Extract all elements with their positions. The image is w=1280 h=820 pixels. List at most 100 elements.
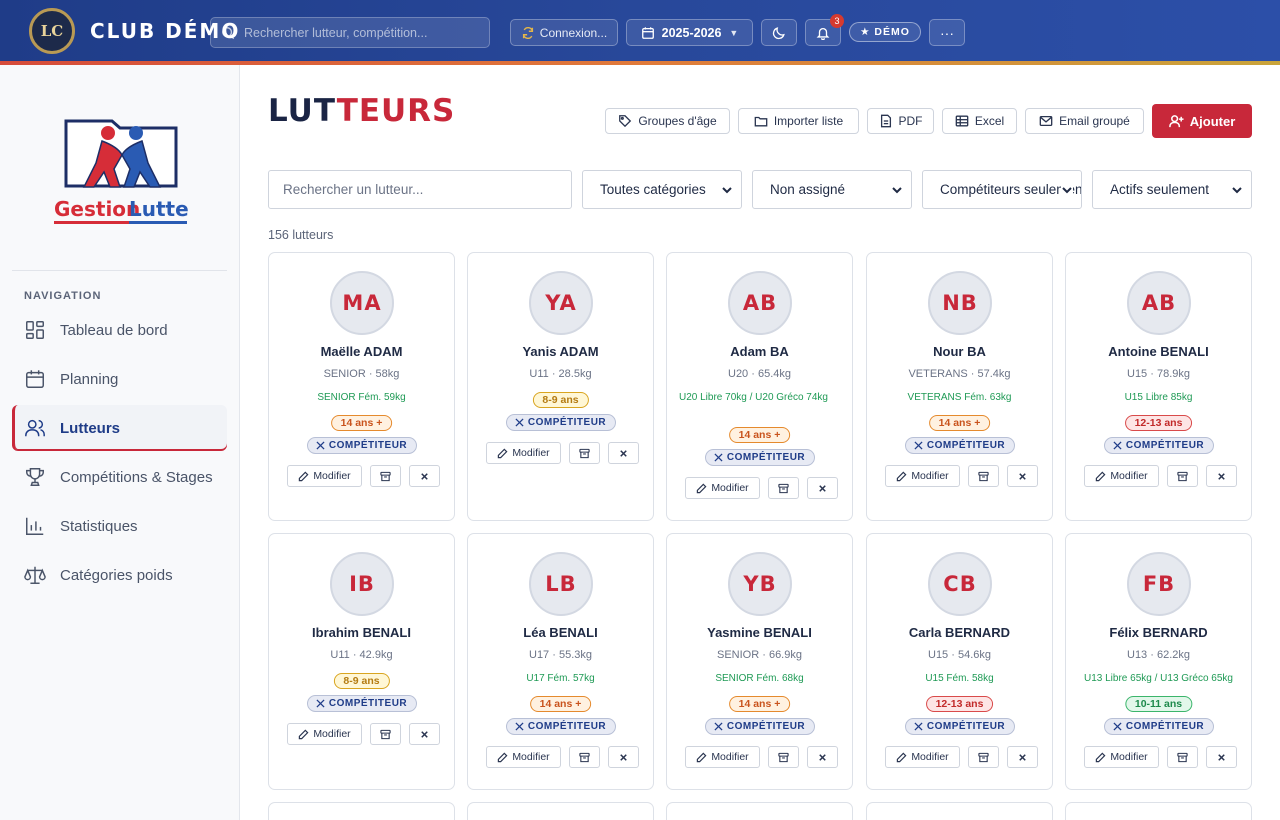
weight-category: VETERANS Fém. 63kg (907, 392, 1012, 403)
competitor-filter[interactable]: Compétiteurs seulement (922, 170, 1082, 209)
weight-category: U15 Fém. 58kg (925, 673, 994, 684)
category-filter-value: Toutes catégories (600, 182, 706, 197)
edit-button[interactable]: Modifier (685, 477, 760, 499)
more-options-button[interactable]: ··· (929, 19, 965, 46)
delete-button[interactable] (608, 442, 639, 464)
import-list-label: Importer liste (773, 114, 844, 128)
connection-button[interactable]: Connexion... (510, 19, 618, 46)
avatar: AB (728, 271, 792, 335)
wrestler-card[interactable]: AB Antoine BENALI U15 · 78.9kg U15 Libre 85… (1065, 252, 1252, 521)
archive-button[interactable] (1167, 746, 1198, 768)
delete-button[interactable] (1206, 465, 1237, 487)
sidebar-item-label: Statistiques (60, 517, 138, 535)
sidebar-item-statistics[interactable]: Statistiques (12, 503, 227, 549)
wrestler-meta: U11 · 42.9kg (330, 649, 393, 661)
wrestler-card[interactable] (666, 802, 853, 820)
brand-name-part2: Lutte (129, 197, 189, 221)
wrestler-card[interactable] (1065, 802, 1252, 820)
edit-button[interactable]: Modifier (486, 442, 561, 464)
group-email-button[interactable]: Email groupé (1025, 108, 1144, 134)
dark-mode-toggle[interactable] (761, 19, 797, 46)
assignment-filter[interactable]: Non assigné (752, 170, 912, 209)
edit-button[interactable]: Modifier (287, 723, 362, 745)
excel-button[interactable]: Excel (942, 108, 1017, 134)
archive-button[interactable] (370, 723, 401, 745)
delete-button[interactable] (807, 746, 838, 768)
card-actions: Modifier (287, 465, 448, 487)
club-logo[interactable]: LC (29, 8, 75, 54)
archive-button[interactable] (569, 746, 600, 768)
wrestler-card[interactable]: LB Léa BENALI U17 · 55.3kg U17 Fém. 57kg 14 … (467, 533, 654, 790)
sidebar-item-dashboard[interactable]: Tableau de bord (12, 307, 227, 353)
sidebar-item-lutteurs[interactable]: Lutteurs (12, 405, 227, 451)
mail-icon (1039, 115, 1053, 127)
edit-label: Modifier (911, 470, 949, 482)
edit-button[interactable]: Modifier (1084, 465, 1159, 487)
chevron-down-icon (721, 184, 733, 196)
delete-button[interactable] (1206, 746, 1237, 768)
edit-button[interactable]: Modifier (486, 746, 561, 768)
wrestler-card[interactable] (866, 802, 1053, 820)
wrestler-card[interactable] (467, 802, 654, 820)
wrestler-card[interactable]: IB Ibrahim BENALI U11 · 42.9kg 8-9 ans COMPÉ… (268, 533, 455, 790)
edit-button[interactable]: Modifier (885, 746, 960, 768)
archive-button[interactable] (1167, 465, 1198, 487)
wrestler-card[interactable]: CB Carla BERNARD U15 · 54.6kg U15 Fém. 58kg… (866, 533, 1053, 790)
notifications-button[interactable]: 3 (805, 14, 844, 46)
wrestler-card[interactable]: NB Nour BA VETERANS · 57.4kg VETERANS Fém. … (866, 252, 1053, 521)
competitor-badge: COMPÉTITEUR (306, 695, 417, 712)
wrestler-card[interactable]: AB Adam BA U20 · 65.4kg U20 Libre 70kg / U2… (666, 252, 853, 521)
edit-button[interactable]: Modifier (1084, 746, 1159, 768)
notification-badge: 3 (830, 14, 844, 28)
edit-button[interactable]: Modifier (685, 746, 760, 768)
sidebar-item-planning[interactable]: Planning (12, 356, 227, 402)
global-search-input[interactable] (244, 25, 484, 40)
archive-button[interactable] (968, 746, 999, 768)
delete-button[interactable] (409, 723, 440, 745)
delete-button[interactable] (608, 746, 639, 768)
wrestler-card[interactable]: YA Yanis ADAM U11 · 28.5kg 8-9 ans COMPÉTITE… (467, 252, 654, 521)
status-filter[interactable]: Actifs seulement (1092, 170, 1252, 209)
edit-button[interactable]: Modifier (287, 465, 362, 487)
age-groups-button[interactable]: Groupes d'âge (605, 108, 730, 134)
archive-button[interactable] (768, 746, 799, 768)
delete-button[interactable] (807, 477, 838, 499)
sidebar-item-competitions[interactable]: Compétitions & Stages (12, 454, 227, 500)
wrestler-card[interactable]: MA Maëlle ADAM SENIOR · 58kg SENIOR Fém. 59… (268, 252, 455, 521)
archive-icon (579, 752, 590, 762)
delete-button[interactable] (1007, 465, 1038, 487)
sidebar-item-weight-categories[interactable]: Catégories poids (12, 552, 227, 598)
wrestler-card[interactable]: YB Yasmine BENALI SENIOR · 66.9kg SENIOR Fé… (666, 533, 853, 790)
archive-button[interactable] (768, 477, 799, 499)
global-search[interactable] (210, 17, 490, 48)
wrestler-card[interactable] (268, 802, 455, 820)
swords-icon (914, 441, 923, 450)
import-list-button[interactable]: Importer liste (738, 108, 859, 134)
swords-icon (1113, 441, 1122, 450)
season-selector[interactable]: 2025-2026 ▼ (626, 19, 753, 46)
age-group-badge: 12-13 ans (1124, 415, 1193, 431)
archive-button[interactable] (569, 442, 600, 464)
wrestler-name: Maëlle ADAM (320, 344, 403, 359)
wrestler-card[interactable]: FB Félix BERNARD U13 · 62.2kg U13 Libre 65k… (1065, 533, 1252, 790)
wrestler-meta: U15 · 54.6kg (928, 649, 991, 661)
demo-badge[interactable]: ★ DÉMO (849, 22, 921, 42)
delete-button[interactable] (409, 465, 440, 487)
swords-icon (515, 722, 524, 731)
gestion-lutte-logo[interactable]: Gestion Lutte (52, 113, 190, 231)
wrestler-name: Nour BA (933, 344, 986, 359)
add-wrestler-button[interactable]: Ajouter (1152, 104, 1252, 138)
avatar: AB (1127, 271, 1191, 335)
archive-button[interactable] (968, 465, 999, 487)
category-filter[interactable]: Toutes catégories (582, 170, 742, 209)
delete-button[interactable] (1007, 746, 1038, 768)
pencil-icon (498, 448, 508, 458)
archive-button[interactable] (370, 465, 401, 487)
pdf-button[interactable]: PDF (867, 108, 934, 134)
weight-category: U13 Libre 65kg / U13 Gréco 65kg (1084, 673, 1233, 684)
close-icon (819, 753, 826, 761)
age-group-badge: 10-11 ans (1124, 696, 1193, 712)
wrestler-search-input[interactable] (268, 170, 572, 209)
wrestler-meta: VETERANS · 57.4kg (908, 368, 1011, 380)
edit-button[interactable]: Modifier (885, 465, 960, 487)
